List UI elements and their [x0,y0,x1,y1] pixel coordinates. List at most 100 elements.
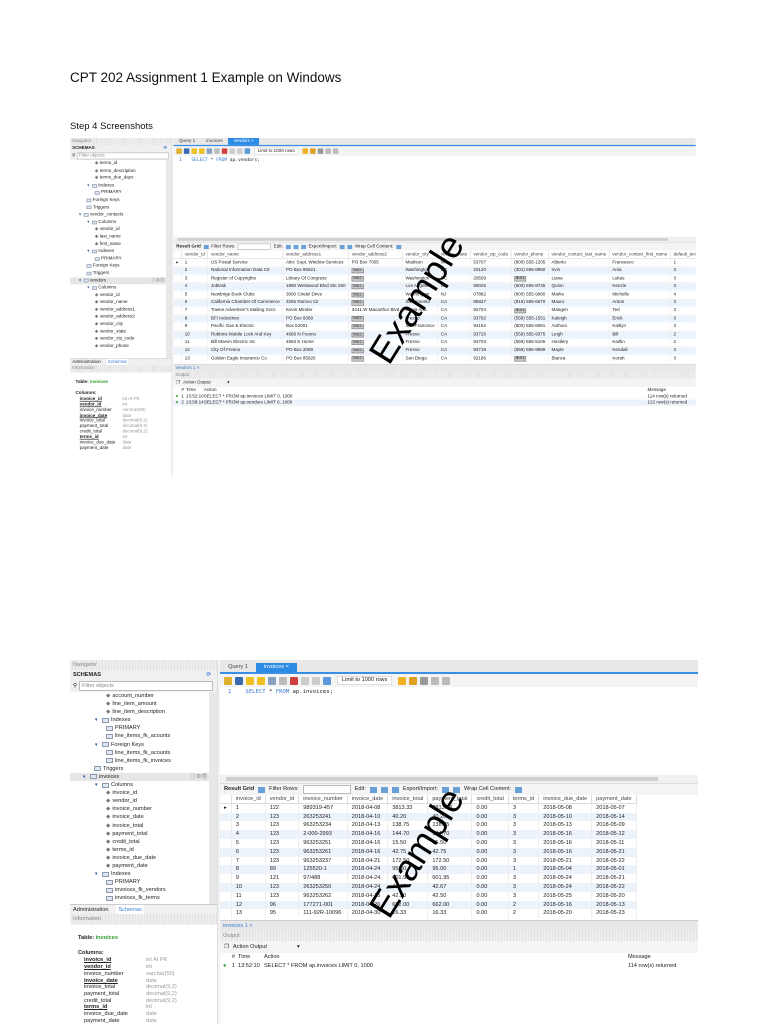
null-cell[interactable]: NULL [511,354,549,363]
table-cell[interactable]: CA [437,314,471,323]
table-cell[interactable]: Robbins Mobile Lock And Key [207,330,284,339]
open-file-icon[interactable] [176,148,182,154]
table-cell[interactable]: 97/488 [298,874,348,883]
table-cell[interactable]: (800) 555-1205 [511,258,549,267]
tree-item-indexes[interactable]: ▼ Indexes [70,870,209,878]
table-cell[interactable]: 0.00 [471,900,509,910]
tree-item-vendor-city[interactable]: ◆ vendor_city [70,321,166,328]
commit-icon[interactable] [301,676,309,685]
filter-rows-input[interactable] [237,243,272,250]
wrap-cell-icon[interactable] [515,786,523,793]
table-cell[interactable]: Kaitlin [609,338,671,347]
table-cell[interactable]: 2018-05-20 [591,891,637,901]
tree-item-triggers[interactable]: Triggers [70,270,166,277]
table-cell[interactable]: 0.00 [471,830,509,839]
column-header[interactable]: vendor_contact_last_name [548,250,610,259]
table-cell[interactable]: 12 [231,900,266,910]
add-row-icon[interactable] [380,786,388,793]
tree-item-vendors[interactable]: ▼ vendors ⓘ⚙▦ [70,277,166,285]
tree-item-vendor-address1[interactable]: ◆ vendor_address1 [70,306,166,313]
table-cell[interactable]: 601.95 [427,874,473,883]
tree-item-terms-due-days[interactable]: ◆ terms_due_days [70,175,166,182]
tree-item-primary[interactable]: PRIMARY [70,878,209,886]
table-cell[interactable]: Kevin Minder [282,306,349,315]
table-cell[interactable]: CA [437,306,471,315]
table-cell[interactable]: Korah [609,354,671,363]
table-cell[interactable]: 111-92R-10096 [298,909,348,919]
table-cell[interactable]: 92186 [470,354,512,363]
table-cell[interactable]: 123 [265,838,300,848]
table-cell[interactable]: (800) 555-6081 [511,322,549,331]
table-row[interactable]: 13 Golden Eagle Insurance Co PO Box 85826 N… [173,354,696,363]
table-cell[interactable]: 2018-04-13 [347,821,389,831]
table-cell[interactable]: 16.33 [427,909,473,919]
table-cell[interactable]: Leigh [548,330,610,339]
table-cell[interactable]: CA [437,354,471,363]
table-cell[interactable]: Maegen [548,306,610,315]
column-header[interactable]: vendor_address1 [282,250,349,259]
save-icon[interactable] [183,148,190,154]
table-cell[interactable]: 2 [508,900,540,910]
table-cell[interactable]: CA [437,330,471,339]
expand-arrow-icon[interactable]: ▼ [87,219,91,226]
table-cell[interactable]: California Chamber Of Commerce [207,298,284,307]
tree-item-vendor-contacts[interactable]: ▼ vendor_contacts [70,211,166,218]
stop-icon[interactable] [214,148,220,154]
explain-icon[interactable] [206,148,213,154]
edit-row-icon[interactable] [285,244,291,249]
import-icon[interactable] [347,244,353,249]
column-header[interactable]: vendor_contact_first_name [609,250,671,259]
table-cell[interactable]: 3 [508,803,540,813]
autocommit-icon[interactable] [323,676,331,685]
table-cell[interactable]: 3 [508,874,540,883]
table-cell[interactable]: Box 52001 [282,322,349,331]
table-row[interactable]: 10 Robbins Mobile Lock And Key 4669 N Fres… [173,330,696,339]
table-cell[interactable]: 2018-05-20 [538,909,593,919]
column-header[interactable]: invoice_date [347,795,389,805]
table-cell[interactable]: 89 [265,865,300,875]
table-cell[interactable]: 53707 [470,258,512,267]
tree-item-account-number[interactable]: ◆ account_number [70,692,209,700]
tree-item-triggers[interactable]: Triggers [70,765,209,773]
table-cell[interactable]: 963253237 [298,856,348,866]
table-cell[interactable]: 963253262 [298,891,348,901]
table-cell[interactable]: 2018-04-21 [347,856,389,866]
expand-arrow-icon[interactable]: ▼ [87,182,91,189]
table-row[interactable]: 13 95 111-92R-10096 2018-04-30 16.33 16.33 0.0… [220,909,637,919]
tree-item-credit-total[interactable]: ◆ credit_total [70,838,209,846]
table-cell[interactable]: CA [437,322,471,331]
tab-administration[interactable]: Administration [73,905,108,914]
table-cell[interactable]: (559) 555-1551 [511,314,549,323]
invisible-chars-icon[interactable] [324,148,331,154]
table-cell[interactable]: 10 [231,882,266,892]
table-cell[interactable]: 12 [181,346,209,355]
tree-item-vendor-address2[interactable]: ◆ vendor_address2 [70,314,166,321]
tree-item-line-items-fk-acounts[interactable]: line_items_fk_acounts [70,749,209,757]
execute-current-icon[interactable] [199,148,205,154]
execute-current-icon[interactable] [257,676,265,685]
table-cell[interactable]: 7 [181,306,209,315]
refresh-icon[interactable]: ⟳ [163,145,167,152]
table-cell[interactable]: Towne Advertiser's Mailing Svcs [207,306,284,315]
table-cell[interactable]: 20120 [470,266,512,275]
table-cell[interactable]: 122 [265,803,300,813]
table-cell[interactable]: 0.00 [471,882,509,892]
result-tab[interactable]: vendors 1 × [176,366,200,371]
table-cell[interactable]: Bill Marvin Electric Inc [207,338,284,347]
table-cell[interactable]: (301) 555-8950 [511,266,549,275]
edit-row-icon[interactable] [369,786,377,793]
add-row-icon[interactable] [293,244,299,249]
table-cell[interactable]: 1 [670,258,696,267]
table-cell[interactable]: 2018-05-22 [591,856,637,866]
table-row[interactable]: 10 123 263253250 2018-04-24 42.67 42.67 0.00 3 2… [220,882,637,892]
tree-item-triggers[interactable]: Triggers [70,204,166,211]
table-cell[interactable]: 3 [508,856,540,866]
result-grid-label[interactable]: Result Grid [176,244,201,249]
table-cell[interactable]: PO Box 9369 [282,314,349,323]
table-cell[interactable]: Hostlery [548,338,610,347]
table-cell[interactable]: 2018-05-13 [591,900,637,910]
table-cell[interactable]: CA [437,338,471,347]
table-cell[interactable]: (559) 555-9375 [511,330,549,339]
copy-icon[interactable]: ❐ [176,380,180,385]
rollback-icon[interactable] [236,148,243,154]
